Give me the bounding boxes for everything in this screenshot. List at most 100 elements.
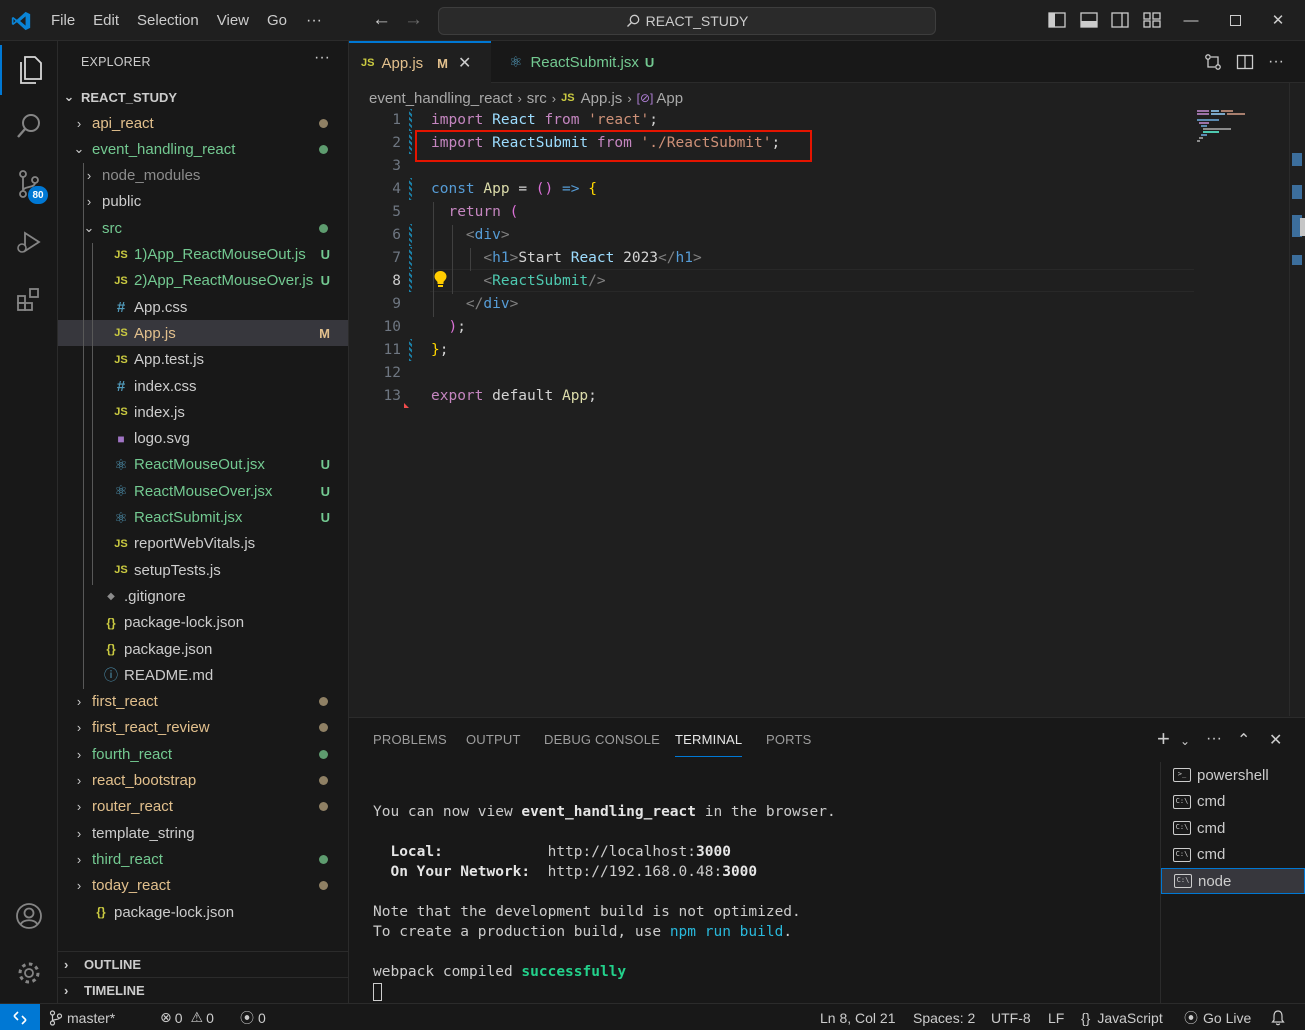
menu-go[interactable]: Go [258, 0, 296, 41]
minimize-icon[interactable]: — [1181, 10, 1201, 30]
language-status[interactable]: {} JavaScript [1081, 1004, 1163, 1030]
open-changes-icon[interactable] [1204, 53, 1222, 71]
editor-more-icon[interactable]: ··· [1267, 53, 1285, 71]
workspace-root[interactable]: ⌄ REACT_STUDY [58, 84, 348, 110]
folder-item[interactable]: › public [58, 189, 348, 215]
folder-item[interactable]: › template_string [58, 820, 348, 846]
breadcrumb-file[interactable]: App.js [581, 90, 623, 107]
folder-item[interactable]: › router_react [58, 794, 348, 820]
file-item[interactable]: JS index.js [58, 399, 348, 425]
branch-status[interactable]: master* [49, 1004, 115, 1030]
folder-item[interactable]: › api_react [58, 110, 348, 136]
tab-debug-console[interactable]: DEBUG CONSOLE [544, 732, 660, 747]
breadcrumb-src[interactable]: src [527, 90, 547, 107]
file-item[interactable]: JS App.js M [58, 320, 348, 347]
accounts-icon[interactable] [0, 891, 58, 941]
terminal-item[interactable]: C:\ cmd [1161, 789, 1305, 815]
terminal-item[interactable]: >_ powershell [1161, 762, 1305, 788]
tab-problems[interactable]: PROBLEMS [373, 732, 447, 747]
close-panel-icon[interactable]: ✕ [1269, 730, 1282, 750]
toggle-panel-icon[interactable] [1080, 12, 1098, 28]
problems-status[interactable]: ⊗ 0 ⚠ 0 [160, 1004, 214, 1030]
editor-scrollbar[interactable] [1289, 83, 1305, 716]
close-tab-icon[interactable]: ✕ [458, 53, 471, 73]
tab-output[interactable]: OUTPUT [466, 732, 521, 747]
file-item[interactable]: ⓘ README.md [58, 662, 348, 688]
maximize-icon[interactable] [1225, 10, 1245, 30]
split-editor-icon[interactable] [1236, 53, 1254, 71]
file-item[interactable]: ⚛ ReactMouseOver.jsx U [58, 478, 348, 504]
file-item[interactable]: JS App.test.js [58, 347, 348, 373]
notifications-bell-icon[interactable] [1271, 1004, 1285, 1030]
breadcrumb-folder[interactable]: event_handling_react [369, 90, 512, 107]
file-item[interactable]: ⚛ ReactMouseOut.jsx U [58, 452, 348, 478]
folder-item[interactable]: ⌄ event_handling_react [58, 136, 348, 162]
file-item[interactable]: JS setupTests.js [58, 557, 348, 583]
menu-view[interactable]: View [208, 0, 258, 41]
close-window-icon[interactable]: ✕ [1268, 10, 1288, 30]
menu-more-icon[interactable]: ··· [296, 12, 332, 30]
file-item[interactable]: ◆ .gitignore [58, 583, 348, 609]
file-item[interactable]: ■ logo.svg [58, 426, 348, 452]
file-item[interactable]: ⚛ ReactSubmit.jsx U [58, 505, 348, 531]
manage-gear-icon[interactable] [0, 948, 58, 998]
file-item[interactable]: JS 2)App_ReactMouseOver.js U [58, 268, 348, 294]
terminal-output[interactable]: You can now view event_handling_react in… [373, 802, 836, 1002]
minimap[interactable] [1194, 108, 1289, 148]
forward-arrow-icon[interactable]: → [404, 10, 423, 29]
panel-more-icon[interactable]: ··· [1206, 730, 1222, 748]
folder-item[interactable]: › fourth_react [58, 741, 348, 767]
folder-item[interactable]: › today_react [58, 873, 348, 899]
chevron-down-icon[interactable]: ⌄ [1180, 734, 1190, 748]
breadcrumb-symbol[interactable]: App [656, 90, 683, 107]
source-control-icon[interactable]: 80 [0, 159, 58, 209]
folder-item[interactable]: › node_modules [58, 163, 348, 189]
maximize-panel-icon[interactable]: ⌃ [1237, 730, 1250, 750]
tab-react-submit[interactable]: ⚛ ReactSubmit.jsx U [497, 41, 666, 83]
toggle-primary-sidebar-icon[interactable] [1048, 12, 1066, 28]
folder-item[interactable]: › first_react_review [58, 715, 348, 741]
terminal-item[interactable]: C:\ node [1161, 868, 1305, 894]
file-item[interactable]: # App.css [58, 294, 348, 320]
file-item[interactable]: {} package.json [58, 636, 348, 662]
terminal-item[interactable]: C:\ cmd [1161, 842, 1305, 868]
terminal-item[interactable]: C:\ cmd [1161, 815, 1305, 841]
run-debug-icon[interactable] [0, 217, 58, 267]
cursor-position[interactable]: Ln 8, Col 21 [820, 1004, 896, 1030]
encoding-status[interactable]: UTF-8 [991, 1004, 1031, 1030]
folder-item[interactable]: › react_bootstrap [58, 768, 348, 794]
extensions-icon[interactable] [0, 275, 58, 325]
file-item[interactable]: # index.css [58, 373, 348, 399]
eol-status[interactable]: LF [1048, 1004, 1064, 1030]
gitignore-icon: ◆ [107, 590, 115, 602]
back-arrow-icon[interactable]: ← [372, 10, 391, 29]
file-item[interactable]: JS 1)App_ReactMouseOut.js U [58, 242, 348, 268]
outline-section[interactable]: › OUTLINE [58, 951, 348, 977]
file-item[interactable]: {} package-lock.json [58, 610, 348, 636]
tab-terminal[interactable]: TERMINAL [675, 732, 743, 757]
sidebar-more-icon[interactable]: ··· [314, 49, 330, 67]
tab-ports[interactable]: PORTS [766, 732, 812, 747]
menu-edit[interactable]: Edit [84, 0, 128, 41]
indentation-status[interactable]: Spaces: 2 [913, 1004, 975, 1030]
remote-indicator-icon[interactable] [0, 1004, 40, 1030]
command-center-search[interactable]: REACT_STUDY [438, 7, 936, 35]
search-view-icon[interactable] [0, 101, 58, 151]
go-live-status[interactable]: ⦿ Go Live [1184, 1004, 1251, 1030]
lightbulb-icon[interactable] [433, 270, 448, 288]
file-item[interactable]: {} package-lock.json [58, 899, 348, 925]
file-item[interactable]: JS reportWebVitals.js [58, 531, 348, 557]
toggle-secondary-sidebar-icon[interactable] [1111, 12, 1129, 28]
folder-item[interactable]: › third_react [58, 846, 348, 872]
explorer-icon[interactable] [0, 45, 58, 95]
menu-file[interactable]: File [42, 0, 84, 41]
folder-item[interactable]: ⌄ src [58, 215, 348, 241]
new-terminal-icon[interactable]: + [1157, 726, 1170, 752]
tab-app-js[interactable]: JS App.js M ✕ [349, 41, 491, 83]
folder-item[interactable]: › first_react [58, 689, 348, 715]
ports-status[interactable]: ⦿ 0 [240, 1004, 266, 1030]
code-editor[interactable]: 1 import React from 'react'; 2 import React… [349, 108, 1289, 716]
menu-selection[interactable]: Selection [128, 0, 208, 41]
customize-layout-icon[interactable] [1143, 12, 1161, 28]
timeline-section[interactable]: › TIMELINE [58, 977, 348, 1003]
